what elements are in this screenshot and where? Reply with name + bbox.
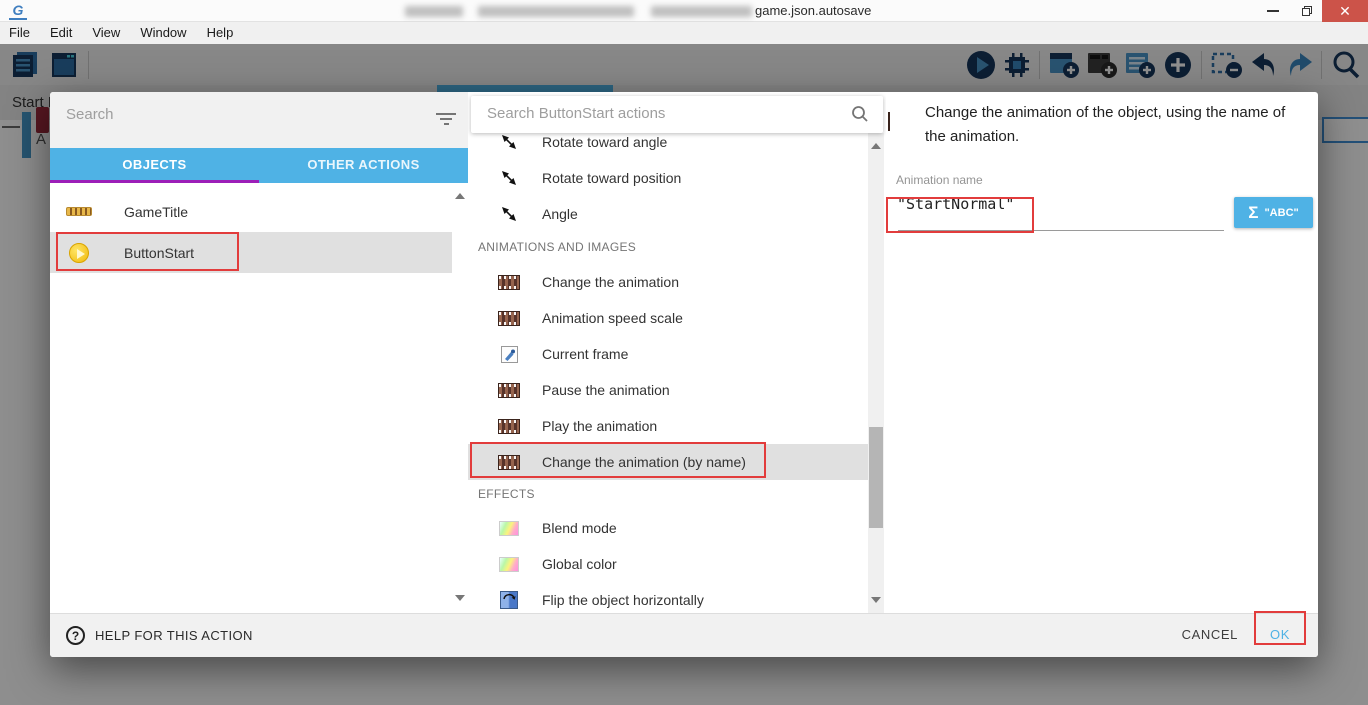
- filter-icon[interactable]: [436, 113, 456, 127]
- object-search-bar: [50, 92, 468, 148]
- frame-edit-icon: [497, 346, 521, 363]
- diagonal-arrow-icon: [497, 169, 521, 187]
- action-row[interactable]: Animation speed scale: [468, 300, 868, 336]
- film-strip-icon: [497, 275, 521, 290]
- question-mark-icon: ?: [66, 626, 85, 645]
- chooser-tabs: OBJECTS OTHER ACTIONS: [50, 148, 468, 183]
- action-row[interactable]: Current frame: [468, 336, 868, 372]
- action-row[interactable]: Play the animation: [468, 408, 868, 444]
- diagonal-arrow-icon: [497, 133, 521, 151]
- field-label: Animation name: [896, 173, 983, 187]
- help-button[interactable]: ? HELP FOR THIS ACTION: [66, 626, 253, 645]
- action-row-selected[interactable]: Change the animation (by name): [468, 444, 868, 480]
- film-strip-icon: [497, 383, 521, 398]
- object-list-scrollbar[interactable]: [452, 183, 468, 613]
- search-icon[interactable]: [851, 105, 869, 123]
- title-bar: G game.json.autosave ✕: [0, 0, 1368, 22]
- action-row[interactable]: Pause the animation: [468, 372, 868, 408]
- minimize-button[interactable]: [1258, 0, 1288, 22]
- object-row-buttonstart[interactable]: ButtonStart: [50, 232, 452, 273]
- dialog-footer: ? HELP FOR THIS ACTION CANCEL OK: [50, 613, 1318, 657]
- action-parameters-panel: Change the animation of the object, usin…: [886, 92, 1318, 613]
- maximize-button[interactable]: [1292, 0, 1322, 22]
- scroll-up-icon[interactable]: [455, 193, 465, 199]
- action-row[interactable]: Rotate toward position: [468, 160, 868, 196]
- close-button[interactable]: ✕: [1322, 0, 1368, 22]
- actions-list-panel: Rotate toward angle Rotate toward positi…: [468, 92, 886, 613]
- restore-icon: [1302, 6, 1312, 16]
- scrollbar-thumb[interactable]: [869, 427, 883, 528]
- ok-button[interactable]: OK: [1270, 627, 1290, 642]
- redacted-title-segment: [651, 6, 752, 17]
- object-search-input[interactable]: [66, 106, 366, 123]
- instruction-editor-dialog: OBJECTS OTHER ACTIONS GameTitle ButtonSt…: [50, 92, 1318, 657]
- menu-file[interactable]: File: [0, 22, 40, 44]
- section-header-animations: ANIMATIONS AND IMAGES: [478, 240, 636, 254]
- object-name: GameTitle: [124, 204, 188, 220]
- menu-edit[interactable]: Edit: [40, 22, 82, 44]
- game-title-thumbnail: [66, 207, 92, 216]
- menu-view[interactable]: View: [82, 22, 130, 44]
- abc-label: "ABC": [1264, 207, 1298, 219]
- action-search-input[interactable]: [487, 105, 817, 122]
- color-gradient-icon: [497, 521, 521, 536]
- action-row[interactable]: Angle: [468, 196, 868, 232]
- action-search-bar: [471, 96, 883, 133]
- flip-horizontal-icon: [497, 591, 521, 609]
- color-gradient-icon: [497, 557, 521, 572]
- film-strip-icon: [497, 419, 521, 434]
- diagonal-arrow-icon: [497, 205, 521, 223]
- tab-objects[interactable]: OBJECTS: [50, 148, 259, 183]
- menu-help[interactable]: Help: [197, 22, 244, 44]
- scroll-down-icon[interactable]: [871, 597, 881, 603]
- tab-other-actions[interactable]: OTHER ACTIONS: [259, 148, 468, 183]
- film-strip-icon: [888, 113, 890, 131]
- menu-bar: File Edit View Window Help: [0, 22, 1368, 44]
- animation-name-input[interactable]: [897, 195, 1217, 213]
- cancel-button[interactable]: CANCEL: [1182, 627, 1238, 642]
- action-row[interactable]: Blend mode: [468, 510, 868, 546]
- scroll-down-icon[interactable]: [455, 595, 465, 601]
- section-header-effects: EFFECTS: [478, 487, 535, 501]
- expression-editor-button[interactable]: Σ "ABC": [1234, 197, 1313, 228]
- action-row[interactable]: Change the animation: [468, 264, 868, 300]
- menu-window[interactable]: Window: [130, 22, 196, 44]
- film-strip-icon: [497, 311, 521, 326]
- window-title: game.json.autosave: [755, 3, 871, 18]
- redacted-title-segment: [478, 6, 634, 17]
- action-row[interactable]: Flip the object horizontally: [468, 582, 868, 613]
- scroll-up-icon[interactable]: [871, 143, 881, 149]
- object-selector-panel: OBJECTS OTHER ACTIONS GameTitle ButtonSt…: [50, 92, 468, 613]
- object-row-gametitle[interactable]: GameTitle: [50, 191, 452, 232]
- object-name: ButtonStart: [124, 245, 194, 261]
- sigma-icon: Σ: [1248, 203, 1258, 223]
- action-row[interactable]: Global color: [468, 546, 868, 582]
- action-description: Change the animation of the object, usin…: [925, 101, 1307, 149]
- gdevelop-logo-icon: G: [9, 2, 27, 20]
- redacted-title-segment: [405, 6, 463, 17]
- input-underline: [898, 230, 1224, 231]
- actions-list-scrollbar[interactable]: [868, 133, 884, 613]
- active-tab-indicator: [50, 180, 259, 183]
- film-strip-icon: [497, 455, 521, 470]
- play-button-thumbnail: [66, 243, 92, 263]
